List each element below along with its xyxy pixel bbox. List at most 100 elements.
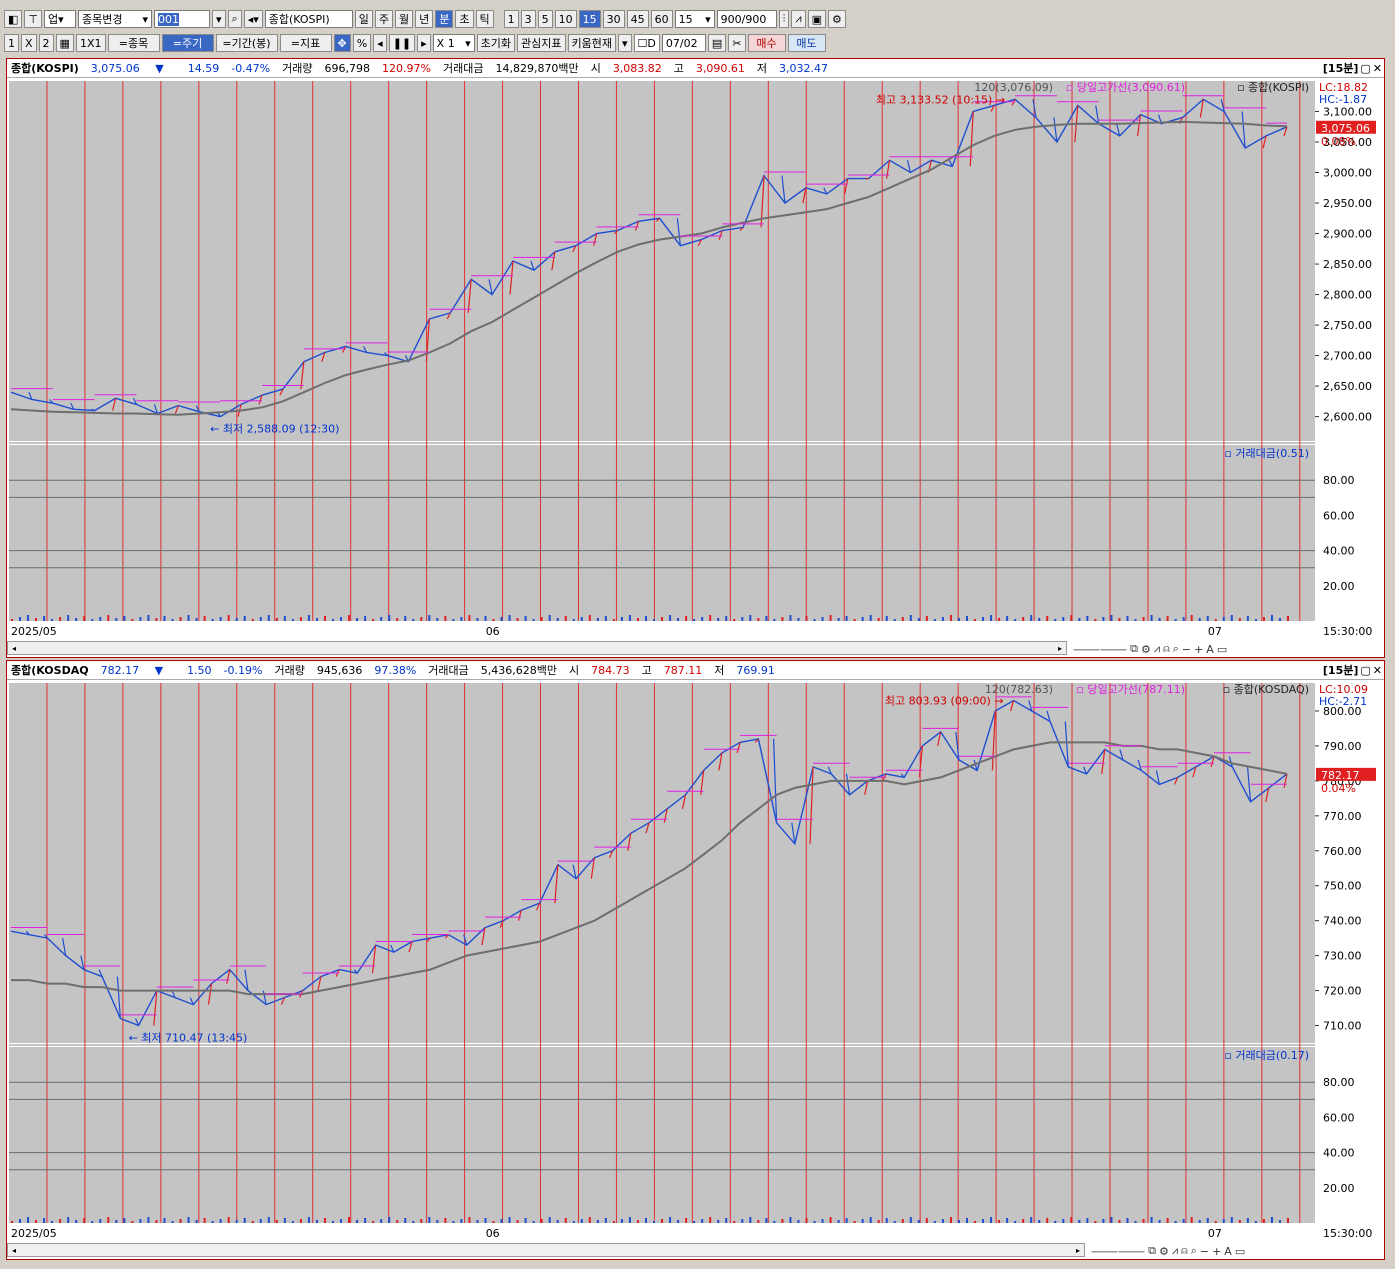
date-checkbox[interactable]: ☐ D [633,34,660,52]
layout-2-button[interactable]: 2 [38,34,54,52]
scroll-right-icon[interactable]: ▸ [1054,642,1066,654]
kosdaq-chart-svg[interactable]: 800.00790.00780.00770.00760.00750.00740.… [7,681,1384,1241]
scroll-left-icon[interactable]: ◂ [8,642,20,654]
layout-1-button[interactable]: 1 [4,34,19,52]
magnet-icon[interactable]: ⍝ [1163,642,1170,656]
layout-1x1-button[interactable]: 1X1 [75,34,106,52]
search-icon[interactable]: ⌕ [227,10,242,28]
minute-30-button[interactable]: 30 [602,10,625,28]
copy-icon[interactable]: ⧉ [1148,1244,1156,1258]
buy-button[interactable]: 매수 [747,34,786,52]
kospi-scrollbar[interactable]: ◂ ▸ [7,641,1067,655]
minute-15-button[interactable]: 15 [578,10,601,28]
minute-select[interactable]: 15 ▾ [674,10,715,28]
kiwoom-current-button[interactable]: 키움현재 [567,34,617,52]
volume-bar [998,618,1001,621]
kospi-chart-svg[interactable]: 3,100.003,050.003,000.002,950.002,900.00… [7,79,1384,639]
kosdaq-scrollbar[interactable]: ◂ ▸ [7,1243,1085,1257]
line-type-icon[interactable]: ⩘ [791,10,806,28]
volume-bar [243,616,246,621]
kosdaq-price: 782.17 ▼ [100,663,164,677]
gear-icon[interactable]: ⚙ [1141,643,1151,656]
range-button[interactable]: =기간(봉) [215,34,278,52]
crosshair-icon[interactable]: ✥ [333,34,351,52]
window-icon[interactable]: ▭ [1217,643,1227,656]
scroll-left-icon[interactable]: ◂ [8,1244,20,1256]
maximize-icon[interactable]: ▢ [1360,62,1370,75]
calendar-icon[interactable]: ▤ [707,34,727,52]
save-icon[interactable]: ▣ [807,10,826,28]
market-select[interactable]: 업 ▾ [44,10,76,28]
close-icon[interactable]: ✕ [1373,664,1382,677]
prev-icon[interactable]: ◂ [373,34,387,52]
minute-45-button[interactable]: 45 [626,10,649,28]
stock-button[interactable]: =종목 [107,34,160,52]
ruler-icon[interactable]: ⸻⸻ [1073,641,1127,657]
change-stock-select[interactable]: 종목변경 ▾ [78,10,152,28]
text-icon[interactable]: A [1206,643,1214,656]
minute-3-button[interactable]: 3 [520,10,536,28]
kiwoom-dropdown-icon[interactable]: ▾ [618,34,632,52]
period-minute-button[interactable]: 분 [435,10,454,28]
period-week-button[interactable]: 주 [374,10,393,28]
volume-bar [749,615,752,621]
minus-icon[interactable]: − [1200,1245,1209,1258]
minute-60-button[interactable]: 60 [650,10,673,28]
volume-bar [564,616,567,621]
date-input[interactable]: 07/02 [661,34,706,52]
sell-button[interactable]: 매도 [787,34,826,52]
volume-bar [315,618,318,621]
ruler-icon[interactable]: ⸻⸻ [1091,1243,1145,1259]
magnet-icon[interactable]: ⍝ [1181,1244,1188,1258]
candle-type-icon[interactable]: ⫶ [778,10,790,28]
trend-icon[interactable]: ⩘ [1172,1244,1178,1258]
volume-bar [797,618,800,621]
volume-bar [669,1217,672,1223]
period-year-button[interactable]: 년 [415,10,434,28]
text-icon[interactable]: A [1224,1245,1232,1258]
layout-x-button[interactable]: X [21,34,37,52]
minute-1-button[interactable]: 1 [503,10,519,28]
plus-icon[interactable]: + [1212,1245,1221,1258]
scroll-right-icon[interactable]: ▸ [1072,1244,1084,1256]
period-tick-button[interactable]: 틱 [475,10,494,28]
trend-icon[interactable]: ⩘ [1154,642,1160,656]
grid-icon[interactable]: ▦ [55,34,74,52]
period-month-button[interactable]: 월 [395,10,414,28]
percent-button[interactable]: % [352,34,372,52]
window-icon[interactable]: ▭ [1235,1245,1245,1258]
volume-bar [348,615,351,621]
volume-bar [805,616,808,621]
period-second-button[interactable]: 초 [455,10,474,28]
minute-5-button[interactable]: 5 [537,10,553,28]
period-button[interactable]: =주기 [161,34,214,52]
pause-icon[interactable]: ❚❚ [388,34,416,52]
next-icon[interactable]: ▸ [417,34,431,52]
gear-icon[interactable]: ⚙ [1159,1245,1169,1258]
copy-icon[interactable]: ⧉ [1130,642,1138,656]
code-input[interactable]: 001 [154,10,210,28]
price-plot-area [9,683,1315,1043]
pin-icon[interactable]: ⊤ [24,10,42,28]
interest-indicator-button[interactable]: 관심지표 [517,34,566,52]
minus-icon[interactable]: − [1182,643,1191,656]
scissors-icon[interactable]: ✂ [728,34,746,52]
close-icon[interactable]: ✕ [1373,62,1382,75]
panel-toggle-icon[interactable]: ◧ [4,10,23,28]
volume-bar [211,619,214,621]
zoom-select[interactable]: X 1 ▾ [432,34,475,52]
reset-button[interactable]: 초기화 [476,34,516,52]
gear-icon[interactable]: ⚙ [828,10,846,28]
zoom-icon[interactable]: ⌕ [1191,1244,1197,1258]
minute-10-button[interactable]: 10 [554,10,577,28]
plus-icon[interactable]: + [1194,643,1203,656]
maximize-icon[interactable]: ▢ [1360,664,1370,677]
volume-bar [219,617,222,621]
speaker-icon[interactable]: ◂▾ [243,10,263,28]
count-input[interactable]: 900/900 [716,10,777,28]
period-day-button[interactable]: 일 [354,10,373,28]
zoom-icon[interactable]: ⌕ [1173,642,1179,656]
stock-name-field[interactable]: 종합(KOSPI) [264,10,353,28]
indicator-button[interactable]: =지표 [279,34,332,52]
code-dropdown-icon[interactable]: ▾ [212,10,226,28]
